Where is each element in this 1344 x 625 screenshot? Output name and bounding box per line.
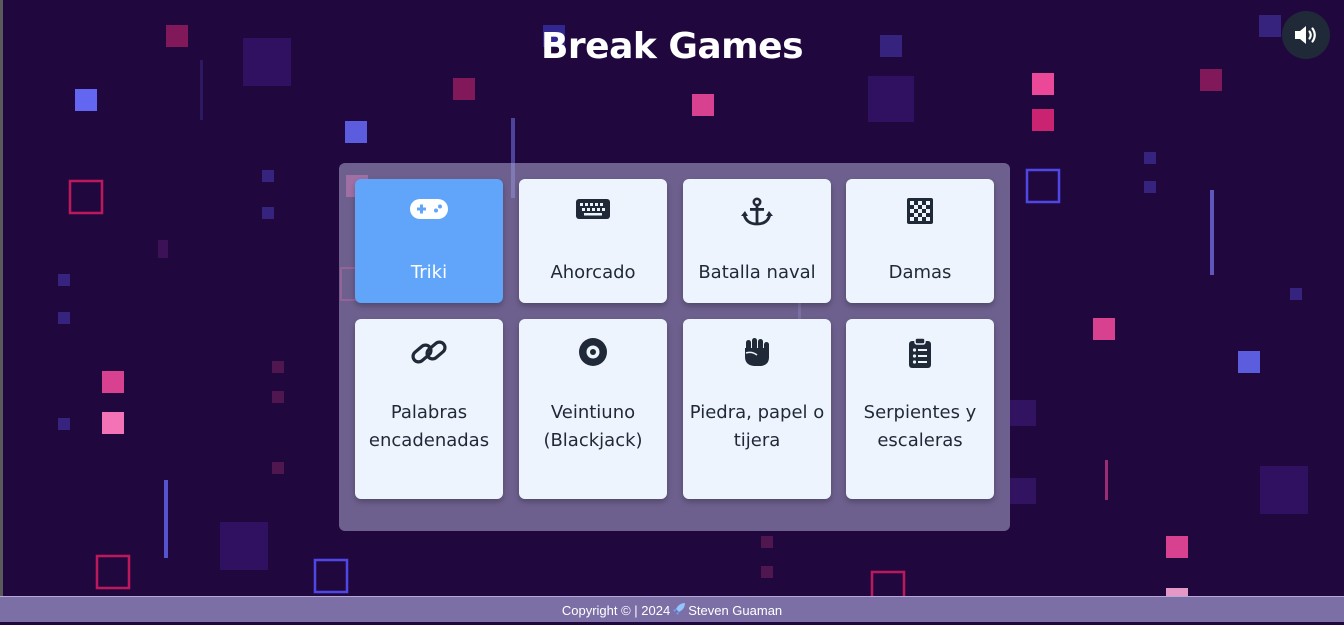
- game-card-ahorcado[interactable]: Ahorcado: [519, 179, 667, 303]
- game-card-damas[interactable]: Damas: [846, 179, 994, 303]
- footer: Copyright © | 2024 Steven Guaman: [0, 596, 1344, 622]
- game-card-veintiuno[interactable]: Veintiuno (Blackjack): [519, 319, 667, 499]
- clipboard-list-icon: [909, 337, 931, 368]
- rocket-icon: [673, 603, 686, 616]
- record-icon: [579, 338, 607, 366]
- game-label: Palabras encadenadas: [368, 402, 490, 451]
- page-title: Break Games: [540, 26, 804, 67]
- window-edge: [0, 0, 3, 621]
- sound-toggle-button[interactable]: [1282, 11, 1330, 59]
- gamepad-icon: [410, 199, 448, 219]
- link-icon: [411, 340, 447, 364]
- game-label: Piedra, papel o tijera: [689, 402, 825, 451]
- game-card-serpientes-y-escaleras[interactable]: Serpientes y escaleras: [846, 319, 994, 499]
- game-label: Serpientes y escaleras: [863, 402, 977, 451]
- game-card-palabras-encadenadas[interactable]: Palabras encadenadas: [355, 319, 503, 499]
- fist-icon: [745, 338, 769, 366]
- anchor-icon: [741, 197, 773, 226]
- game-card-piedra-papel-tijera[interactable]: Piedra, papel o tijera: [683, 319, 831, 499]
- checkerboard-icon: [907, 198, 933, 224]
- game-label: Batalla naval: [698, 262, 816, 283]
- game-label: Veintiuno (Blackjack): [543, 402, 643, 451]
- game-card-batalla-naval[interactable]: Batalla naval: [683, 179, 831, 303]
- game-label: Damas: [888, 262, 952, 283]
- keyboard-icon: [576, 199, 610, 219]
- author-name[interactable]: Steven Guaman: [688, 603, 782, 618]
- game-label: Ahorcado: [550, 262, 636, 283]
- copyright-text: Copyright © | 2024: [561, 603, 671, 618]
- volume-icon: [1295, 26, 1316, 44]
- game-card-triki[interactable]: Triki: [355, 179, 503, 303]
- game-label: Triki: [410, 262, 448, 283]
